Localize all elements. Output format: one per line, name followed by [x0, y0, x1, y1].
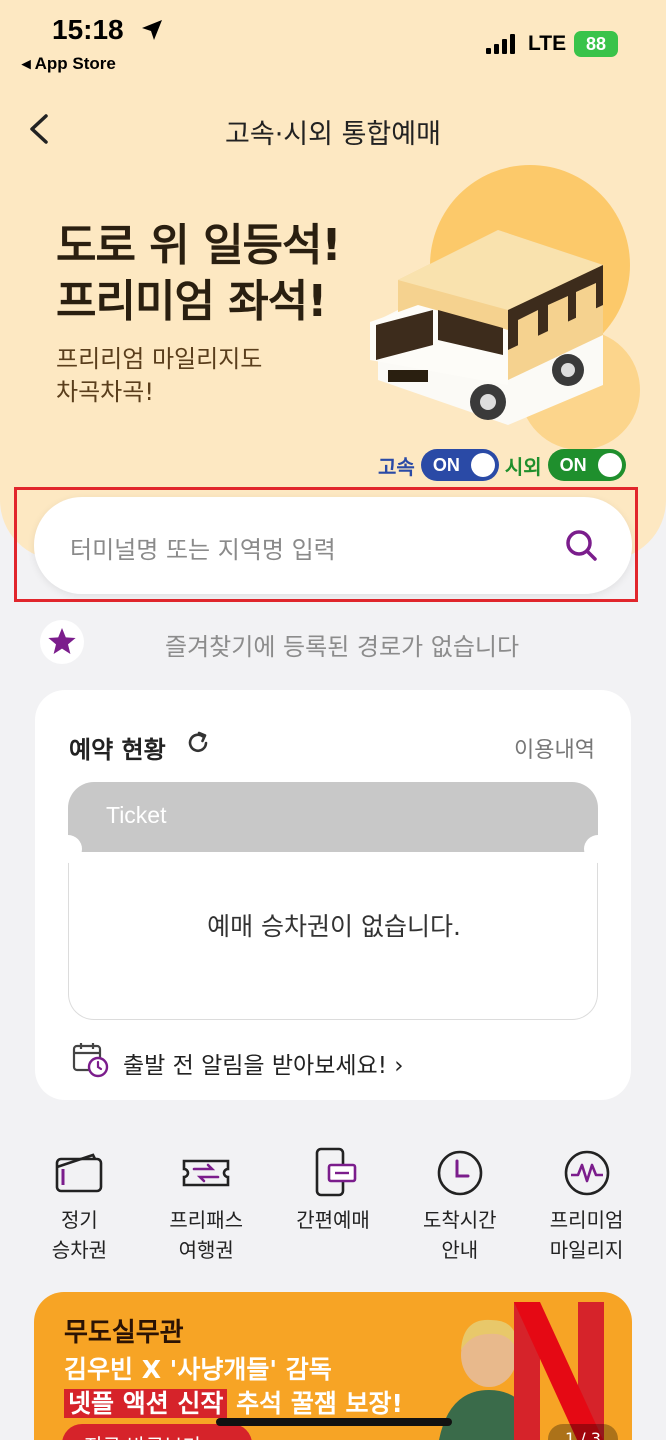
reservation-card: 예약 현황 이용내역 Ticket 예매 승차권이 없습니다. 출발 전 알림을… [35, 690, 631, 1100]
banner-cta-button[interactable]: 지금 바로보기 › [62, 1424, 252, 1440]
hero-subtitle-line1: 프리리엄 마일리지도 [56, 345, 263, 373]
bus-illustration [370, 230, 603, 425]
back-to-app-store-link[interactable]: ◂ App Store [22, 54, 116, 74]
search-placeholder: 터미널명 또는 지역명 입력 [70, 536, 336, 564]
menu-label-line1: 간편예매 [296, 1208, 370, 1232]
netflix-logo [514, 1302, 604, 1440]
page-title: 고속·시외 통합예매 [225, 119, 441, 150]
menu-label-line1: 정기 [60, 1208, 98, 1232]
hero-title-line1: 도로 위 일등석! [56, 220, 342, 271]
menu-label: 정기 승차권 [16, 1205, 143, 1265]
search-input[interactable]: 터미널명 또는 지역명 입력 [34, 497, 632, 594]
hero-title-line2: 프리미엄 좌석! [56, 276, 327, 327]
menu-label-line2: 승차권 [51, 1238, 107, 1262]
menu-label-line1: 프리패스 [169, 1208, 243, 1232]
refresh-icon[interactable] [185, 730, 211, 756]
toggle-knob [597, 453, 622, 477]
menu-label-line2: 마일리지 [549, 1238, 624, 1262]
location-arrow-icon [142, 20, 162, 40]
menu-label-line2: 여행권 [178, 1238, 234, 1262]
banner-line2-rest: 추석 꿀잼 보장! [227, 1389, 403, 1418]
status-time: 15:18 [52, 14, 124, 45]
intercity-toggle-label: 시외 [504, 454, 542, 479]
express-toggle-label: 고속 [378, 454, 415, 479]
banner-highlight: 넷플 액션 신작 [64, 1389, 228, 1418]
favorites-empty-text: 즐겨찾기에 등록된 경로가 없습니다 [165, 633, 520, 661]
network-label: LTE [528, 32, 567, 55]
banner-page-indicator: 1 / 3 [548, 1424, 618, 1440]
mileage-icon [564, 1150, 609, 1196]
ticket-body: 예매 승차권이 없습니다. [68, 850, 598, 1020]
hero-subtitle-line2: 차곡차곡! [56, 378, 154, 406]
ticket-label: Ticket [106, 802, 167, 828]
menu-label-line1: 도착시간 [422, 1208, 497, 1232]
menu-label: 프리미엄 마일리지 [523, 1205, 650, 1265]
quick-menu: 정기 승차권 프리패스 여행권 간편예매 도착시간 안내 프리미엄 마일리지 [16, 1145, 650, 1265]
search-icon[interactable] [564, 528, 598, 562]
menu-label: 도착시간 안내 [396, 1205, 523, 1265]
favorites-star-button[interactable] [40, 620, 84, 664]
battery-icon: 88 [574, 31, 618, 57]
history-link[interactable]: 이용내역 [514, 732, 595, 764]
star-icon [48, 628, 76, 654]
phone-ticket-icon [315, 1147, 357, 1197]
ticket-empty-text: 예매 승차권이 없습니다. [207, 912, 461, 941]
menu-quick-booking[interactable]: 간편예매 [270, 1145, 397, 1265]
menu-label: 간편예매 [270, 1205, 397, 1235]
signal-icon [486, 34, 515, 54]
reservation-title: 예약 현황 [69, 736, 166, 764]
hero-subtitle: 프리리엄 마일리지도 차곡차곡! [56, 343, 262, 409]
express-toggle[interactable]: ON [420, 449, 499, 481]
calendar-alarm-icon [72, 1043, 109, 1078]
menu-arrival-time[interactable]: 도착시간 안내 [396, 1145, 523, 1265]
intercity-toggle[interactable]: ON [547, 449, 626, 481]
toggle-knob [470, 453, 495, 477]
clock-icon [437, 1150, 483, 1196]
home-indicator [216, 1418, 452, 1426]
banner-line2: 넷플 액션 신작 추석 꿀잼 보장! [64, 1384, 403, 1420]
menu-season-ticket[interactable]: 정기 승차권 [16, 1145, 143, 1265]
menu-label: 프리패스 여행권 [143, 1205, 270, 1265]
ticket-pass-icon [182, 1159, 230, 1187]
menu-label-line2: 안내 [441, 1238, 479, 1262]
bus-type-toggles: 고속 ON 시외 ON [378, 449, 626, 481]
express-toggle-state: ON [432, 455, 460, 475]
banner-brand: 무도실무관 [64, 1318, 184, 1348]
wallet-icon [56, 1153, 103, 1193]
ticket-header: Ticket [68, 782, 598, 852]
ticket-notch-left [54, 835, 82, 863]
menu-free-pass[interactable]: 프리패스 여행권 [143, 1145, 270, 1265]
hero-title: 도로 위 일등석! 프리미엄 좌석! [56, 218, 342, 330]
status-bar: 15:18 ◂ App Store LTE 88 [0, 0, 666, 80]
intercity-toggle-state: ON [559, 455, 587, 475]
menu-label-line1: 프리미엄 [549, 1208, 624, 1232]
departure-alarm-link[interactable]: 출발 전 알림을 받아보세요! › [123, 1046, 403, 1080]
banner-line1: 김우빈 X '사냥개들' 감독 [64, 1355, 332, 1384]
menu-premium-mileage[interactable]: 프리미엄 마일리지 [523, 1145, 650, 1265]
ticket-notch-right [584, 835, 612, 863]
